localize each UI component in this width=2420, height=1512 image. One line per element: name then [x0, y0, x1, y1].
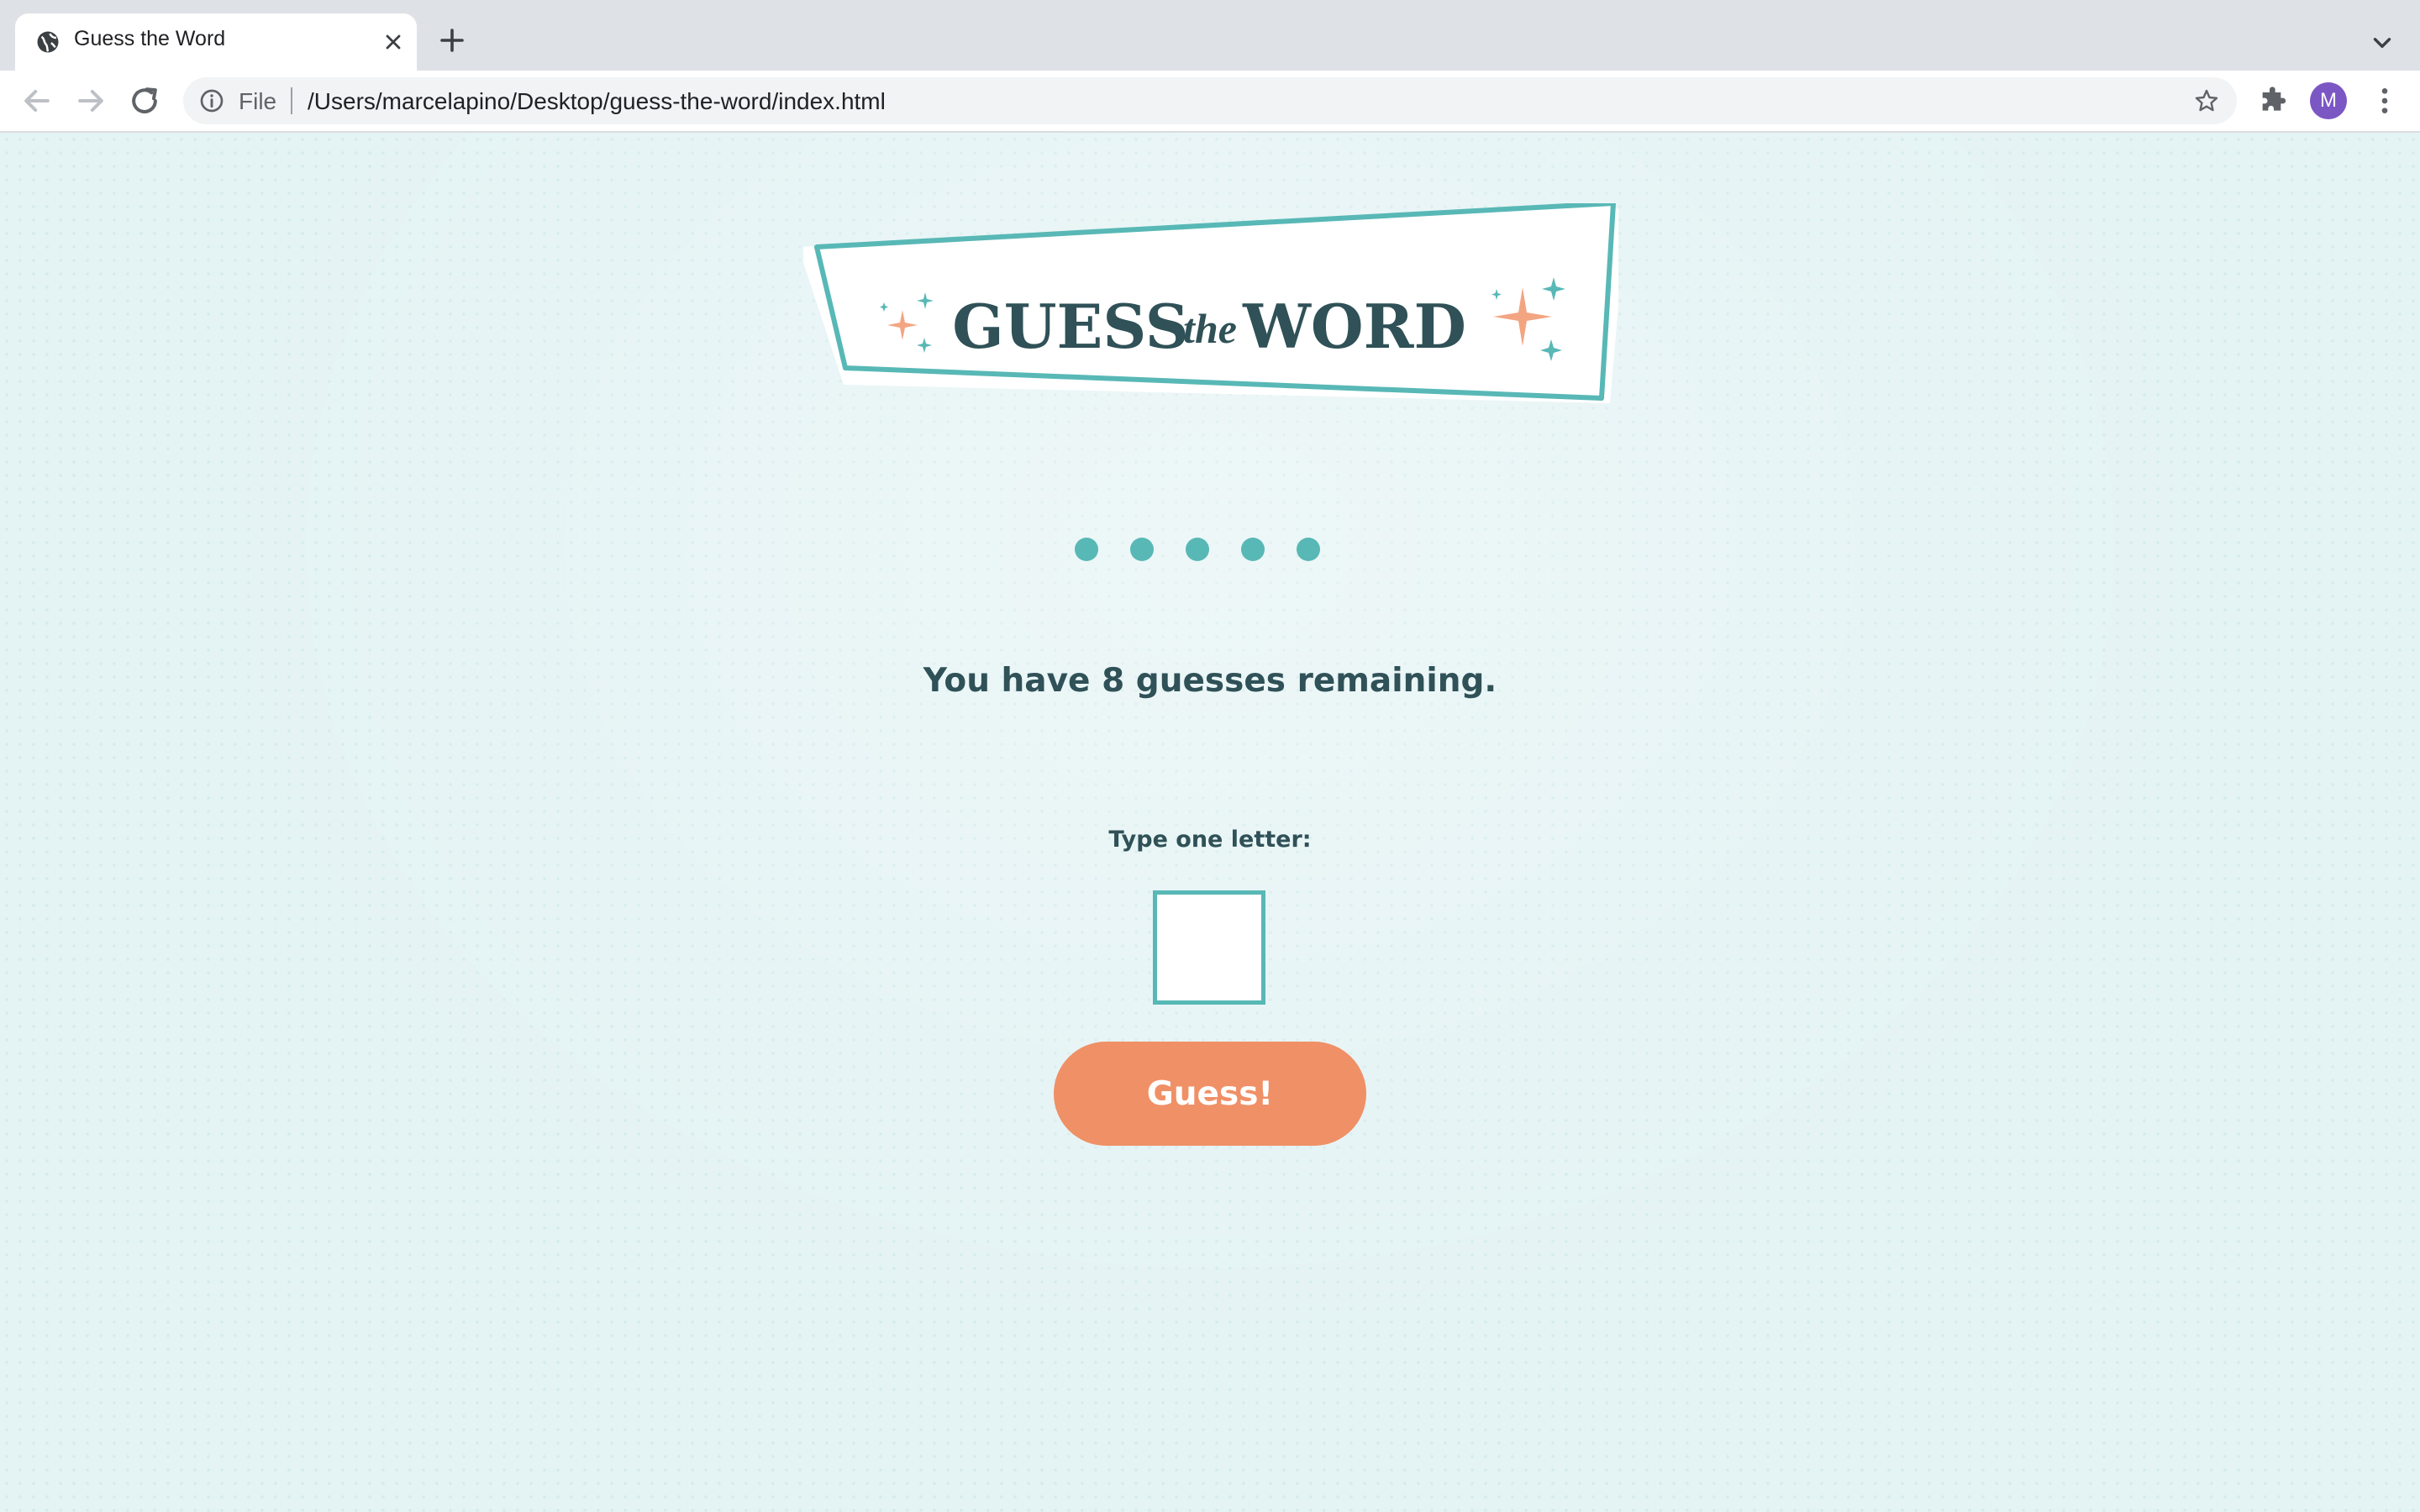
puzzle-icon[interactable]	[2257, 84, 2291, 118]
letter-placeholder	[1186, 538, 1209, 561]
browser-toolbar: File /Users/marcelapino/Desktop/guess-th…	[0, 71, 2420, 133]
guess-button[interactable]: Guess!	[1054, 1042, 1366, 1146]
arrow-right-icon[interactable]	[72, 82, 109, 119]
browser-tab[interactable]: Guess the Word	[15, 13, 417, 71]
letter-placeholder	[1241, 538, 1265, 561]
tab-title: Guess the Word	[74, 27, 226, 50]
letter-placeholder	[1075, 538, 1098, 561]
info-icon[interactable]	[198, 87, 225, 114]
logo-word-the: the	[1183, 305, 1237, 352]
logo-word-guess: GUESS	[952, 291, 1189, 362]
letter-placeholder	[1130, 538, 1154, 561]
page-viewport: GUESS the WORD You have 8 guesses remain…	[0, 133, 2420, 1512]
browser-tab-strip: Guess the Word	[0, 0, 2420, 71]
url-scheme-label: File	[239, 88, 277, 114]
logo-word-word: WORD	[1242, 291, 1466, 362]
word-in-progress	[1059, 533, 1361, 566]
address-bar[interactable]: File /Users/marcelapino/Desktop/guess-th…	[183, 77, 2237, 124]
profile-avatar[interactable]: M	[2310, 82, 2347, 119]
close-icon[interactable]	[381, 30, 405, 54]
arrow-left-icon[interactable]	[18, 82, 55, 119]
guess-the-word-logo: GUESS the WORD	[803, 203, 1618, 403]
url-text[interactable]: /Users/marcelapino/Desktop/guess-the-wor…	[308, 88, 886, 115]
letter-input[interactable]	[1153, 890, 1265, 1005]
reload-icon[interactable]	[126, 82, 163, 119]
letter-placeholder	[1297, 538, 1320, 561]
letter-input-label: Type one letter:	[1108, 827, 1312, 853]
guesses-remaining-text: You have 8 guesses remaining.	[923, 662, 1497, 700]
chevron-down-icon[interactable]	[2368, 29, 2396, 57]
kebab-menu-icon[interactable]	[2368, 84, 2402, 118]
url-divider	[291, 87, 292, 114]
plus-icon[interactable]	[437, 25, 467, 55]
globe-icon	[37, 31, 59, 53]
star-icon[interactable]	[2193, 87, 2220, 114]
